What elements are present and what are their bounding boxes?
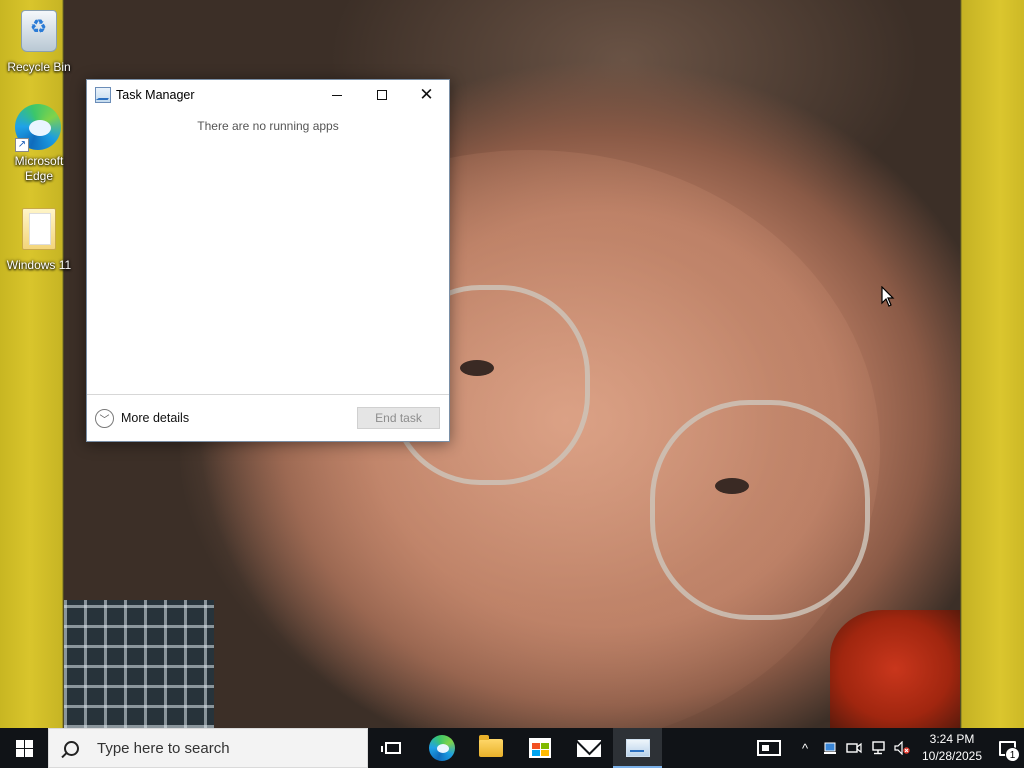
window-footer: ﹀ More details End task: [87, 394, 449, 441]
taskbar-mail[interactable]: [564, 728, 613, 768]
desktop-icon-label: Recycle Bin: [7, 60, 71, 74]
taskbar: Type here to search ^ 3:24 PM 10/28/2025…: [0, 728, 1024, 768]
tray-volume-button[interactable]: [890, 728, 914, 768]
minimize-button[interactable]: [314, 80, 359, 110]
search-icon: [64, 740, 79, 756]
edge-icon: ↗: [15, 104, 63, 152]
windows-logo-icon: [15, 739, 33, 757]
security-icon: [824, 742, 836, 754]
clock-date: 10/28/2025: [921, 749, 983, 763]
network-icon: [872, 741, 885, 755]
store-icon: [528, 738, 551, 758]
more-details-button[interactable]: ﹀: [95, 408, 114, 428]
task-manager-icon: [625, 739, 650, 757]
wallpaper-eye-left: [460, 360, 494, 376]
action-center-button[interactable]: 1: [990, 728, 1024, 768]
tray-network-button[interactable]: [866, 728, 890, 768]
desktop-icon-recycle-bin[interactable]: Recycle Bin: [4, 6, 74, 75]
window-title: Task Manager: [116, 88, 195, 102]
chevron-up-icon: ^: [801, 740, 809, 756]
minimize-icon: [331, 94, 342, 96]
news-icon: [757, 740, 781, 756]
maximize-icon: [376, 90, 387, 100]
tray-meet-now-button[interactable]: [842, 728, 866, 768]
mouse-cursor-icon: [881, 286, 895, 307]
taskbar-search-box[interactable]: Type here to search: [48, 728, 368, 768]
system-tray: ^ 3:24 PM 10/28/2025 1: [746, 728, 1024, 768]
close-button[interactable]: ✕: [404, 80, 449, 110]
show-hidden-icons-button[interactable]: ^: [792, 728, 818, 768]
wallpaper-shirt: [64, 600, 214, 728]
desktop-icon-label: Microsoft Edge: [14, 154, 64, 183]
taskbar-microsoft-edge[interactable]: [417, 728, 466, 768]
taskbar-task-manager[interactable]: [613, 728, 662, 768]
more-details-link[interactable]: More details: [121, 411, 189, 425]
volume-muted-icon: [894, 741, 910, 755]
file-explorer-icon: [478, 735, 503, 757]
shortcut-arrow-icon: ↗: [15, 138, 29, 152]
mail-icon: [576, 739, 601, 757]
caption-buttons: ✕: [314, 80, 449, 110]
desktop-icon-microsoft-edge[interactable]: ↗ Microsoft Edge: [4, 104, 74, 184]
desktop-icon-label: Windows 11: [6, 258, 72, 272]
wallpaper-eye-right: [715, 478, 749, 494]
edge-icon: [428, 735, 455, 761]
search-placeholder: Type here to search: [97, 739, 230, 757]
news-and-interests-button[interactable]: [746, 728, 792, 768]
task-view-icon: [380, 742, 401, 754]
taskbar-clock[interactable]: 3:24 PM 10/28/2025: [914, 728, 990, 768]
recycle-bin-icon: [15, 10, 63, 58]
camera-icon: [846, 742, 862, 754]
taskbar-task-view[interactable]: [368, 728, 417, 768]
empty-message: There are no running apps: [197, 119, 339, 133]
wallpaper-glasses-right: [650, 400, 870, 620]
maximize-button[interactable]: [359, 80, 404, 110]
taskbar-microsoft-store[interactable]: [515, 728, 564, 768]
task-manager-icon: [95, 87, 111, 103]
taskbar-file-explorer[interactable]: [466, 728, 515, 768]
start-button[interactable]: [0, 728, 48, 768]
folder-icon: [15, 208, 63, 256]
app-list: There are no running apps: [87, 110, 449, 394]
task-manager-window: Task Manager ✕ There are no running apps…: [86, 79, 450, 442]
chevron-down-icon: ﹀: [99, 414, 110, 426]
close-icon: ✕: [419, 85, 434, 105]
end-task-button[interactable]: End task: [357, 407, 440, 429]
clock-time: 3:24 PM: [929, 732, 975, 746]
notification-count-badge: 1: [1005, 747, 1020, 762]
wallpaper-scarf: [830, 610, 960, 728]
title-bar[interactable]: Task Manager ✕: [87, 80, 449, 110]
desktop-icon-windows-11[interactable]: Windows 11: [4, 206, 74, 273]
tray-defender-button[interactable]: [818, 728, 842, 768]
